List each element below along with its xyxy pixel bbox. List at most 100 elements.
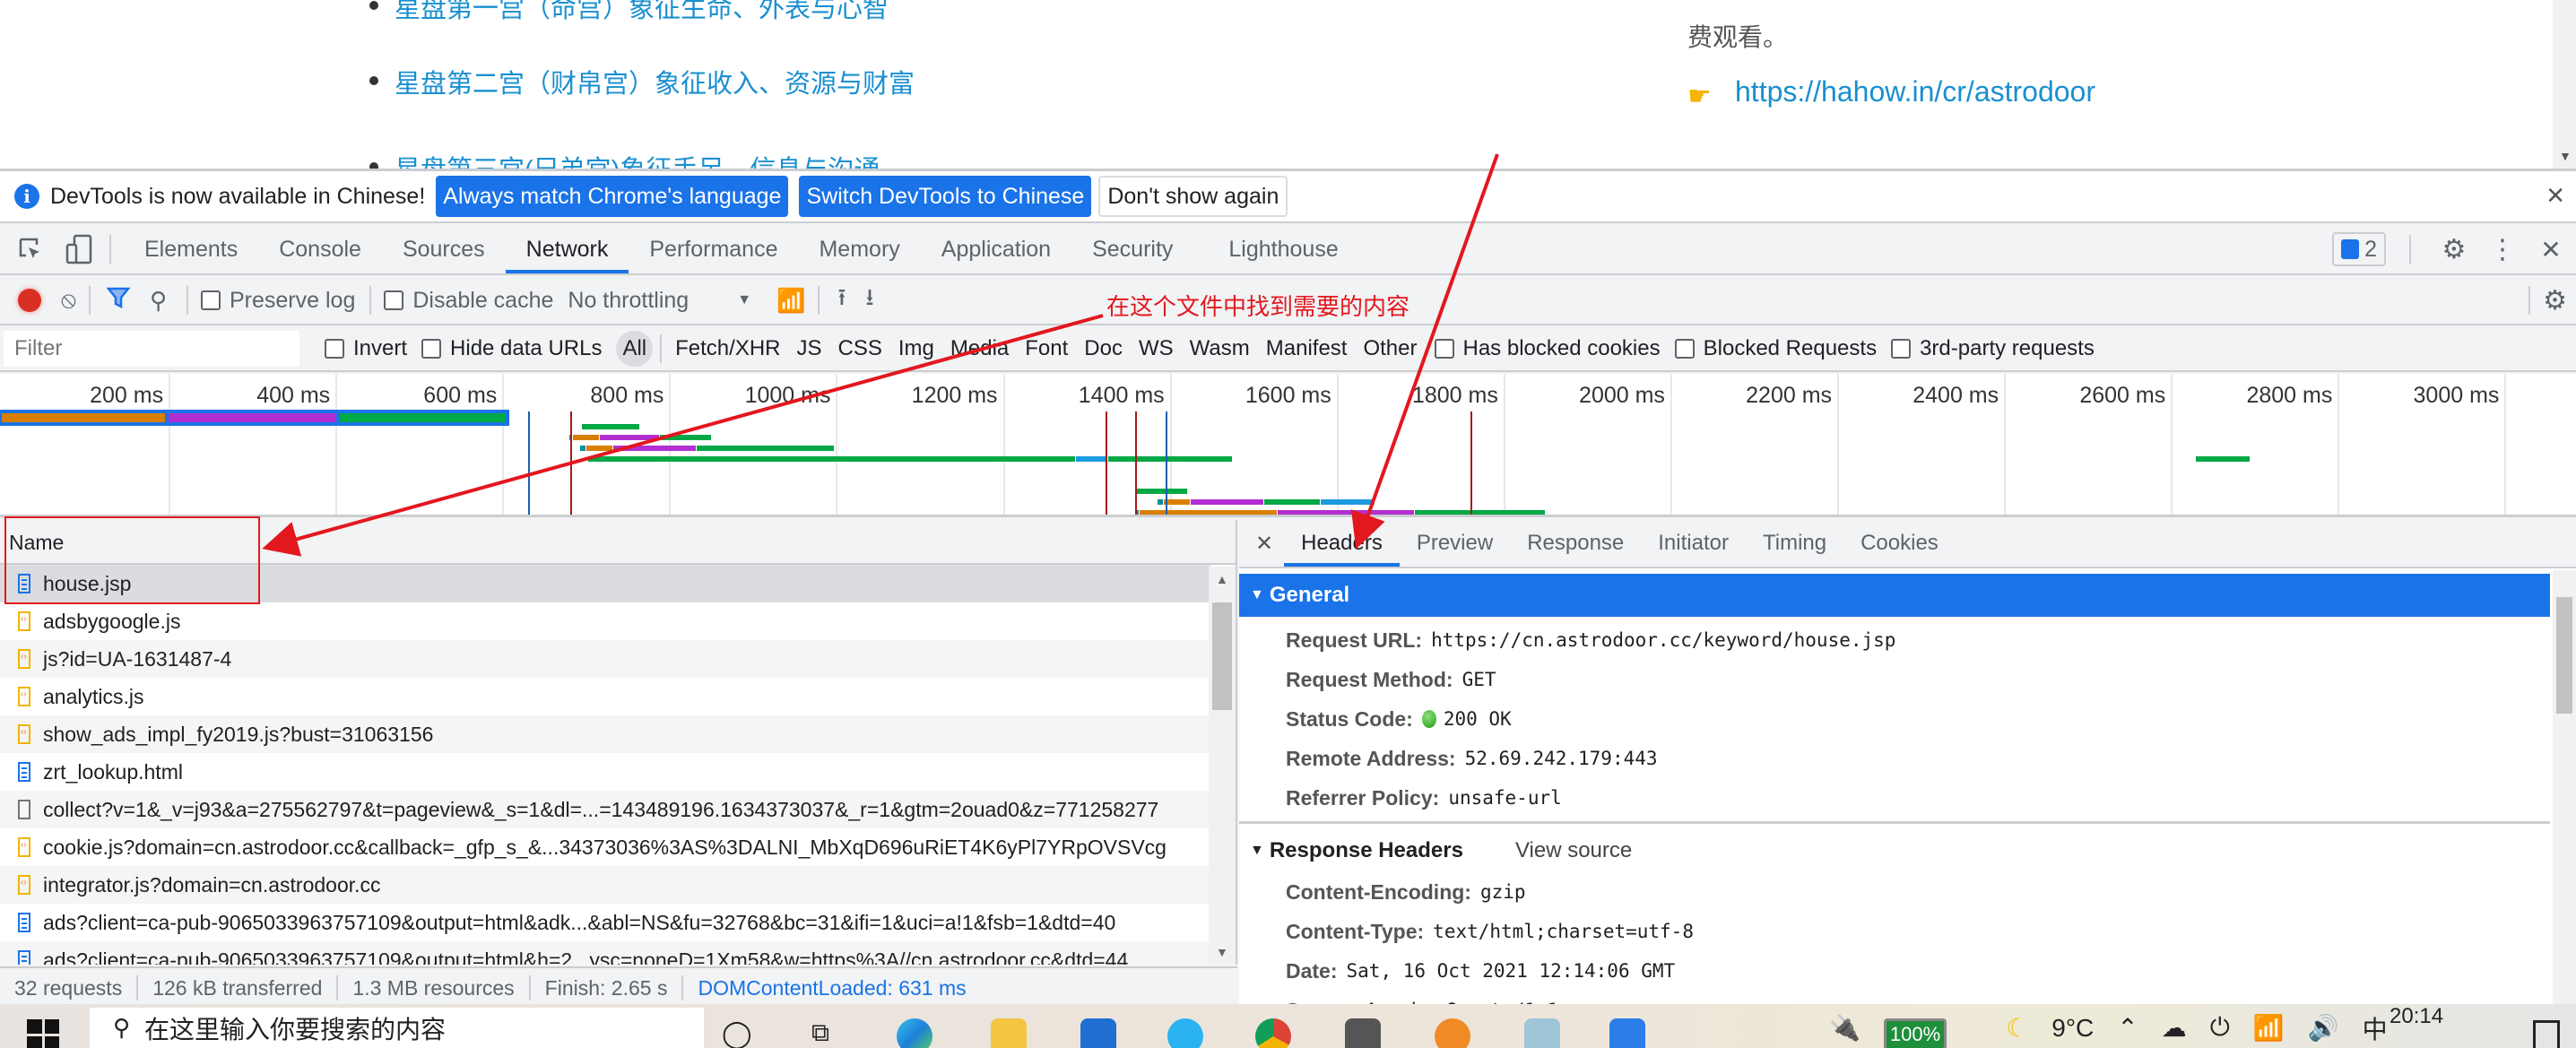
device-toolbar-icon[interactable]: [61, 231, 97, 267]
issues-badge[interactable]: 2: [2332, 232, 2386, 266]
ime-indicator[interactable]: 中: [2363, 1010, 2388, 1046]
battery-indicator[interactable]: 100%: [1883, 1018, 1947, 1048]
request-row[interactable]: ads?client=ca-pub-9065033963757109&outpu…: [0, 904, 1210, 941]
record-button[interactable]: [18, 289, 41, 312]
tab-sources[interactable]: Sources: [382, 225, 506, 273]
edge-browser-icon[interactable]: [897, 1018, 932, 1048]
close-devtools-icon[interactable]: ✕: [2533, 231, 2569, 267]
network-settings-gear-icon[interactable]: ⚙: [2543, 285, 2567, 316]
type-filter-doc[interactable]: Doc: [1078, 331, 1129, 367]
details-tab-preview[interactable]: Preview: [1400, 520, 1510, 567]
type-filter-all[interactable]: All: [616, 331, 654, 367]
cloud-icon[interactable]: ☁: [2162, 1013, 2187, 1043]
checkbox[interactable]: [1891, 339, 1912, 359]
request-row[interactable]: zrt_lookup.html: [0, 753, 1210, 791]
checkbox[interactable]: [1674, 339, 1695, 359]
tab-console[interactable]: Console: [258, 225, 382, 273]
page-scrollbar[interactable]: ▼: [2553, 0, 2576, 169]
checkbox[interactable]: [384, 290, 404, 310]
import-har-icon[interactable]: ⭱: [837, 281, 846, 320]
network-overview-timeline[interactable]: 200 ms 400 ms 600 ms 800 ms 1000 ms 1200 ms 14…: [0, 374, 2576, 517]
preserve-log-checkbox[interactable]: Preserve log: [201, 288, 355, 314]
type-filter-img[interactable]: Img: [892, 331, 941, 367]
type-filter-fetch-xhr[interactable]: Fetch/XHR: [669, 331, 786, 367]
wifi-icon[interactable]: 📶: [2253, 1013, 2285, 1043]
request-row[interactable]: integrator.js?domain=cn.astrodoor.cc: [0, 866, 1210, 904]
app-icon[interactable]: [1609, 1018, 1645, 1048]
scrollbar-thumb[interactable]: [1212, 602, 1232, 710]
app-icon[interactable]: [1435, 1018, 1470, 1048]
windows-start-icon[interactable]: [27, 1018, 59, 1048]
tab-security[interactable]: Security: [1071, 225, 1193, 273]
tab-network[interactable]: Network: [505, 225, 629, 273]
scroll-up-arrow-icon[interactable]: ▲: [1216, 572, 1228, 586]
type-filter-manifest[interactable]: Manifest: [1260, 331, 1354, 367]
type-filter-media[interactable]: Media: [944, 331, 1015, 367]
search-icon[interactable]: ⚲: [150, 287, 167, 315]
view-source-link[interactable]: View source: [1515, 838, 1632, 863]
notification-center-icon[interactable]: [2533, 1020, 2560, 1048]
request-row[interactable]: adsbygoogle.js: [0, 602, 1210, 640]
temperature[interactable]: 9°C: [2051, 1014, 2094, 1043]
checkbox[interactable]: [1434, 339, 1454, 359]
type-filter-wasm[interactable]: Wasm: [1184, 331, 1256, 367]
type-filter-font[interactable]: Font: [1019, 331, 1074, 367]
page-list-item-1[interactable]: 星盘第一宫（命宫）象征生命、外表与心智: [369, 0, 889, 25]
always-match-language-button[interactable]: Always match Chrome's language: [436, 176, 789, 217]
chrome-icon[interactable]: [1255, 1018, 1291, 1048]
tab-elements[interactable]: Elements: [124, 225, 258, 273]
page-list-item-2[interactable]: 星盘第二宫（财帛宫）象征收入、资源与财富: [369, 63, 915, 100]
clock-time[interactable]: 20:14: [2390, 1004, 2443, 1029]
request-row[interactable]: cookie.js?domain=cn.astrodoor.cc&callbac…: [0, 828, 1210, 866]
network-conditions-icon[interactable]: 📶: [776, 287, 805, 315]
details-tab-initiator[interactable]: Initiator: [1641, 520, 1746, 567]
type-filter-js[interactable]: JS: [791, 331, 828, 367]
page-list-item-3[interactable]: 星盘第三宫(兄弟宫)象征手足、信息与沟通: [369, 149, 880, 169]
general-section-header[interactable]: ▼ General: [1239, 574, 2550, 617]
settings-gear-icon[interactable]: ⚙: [2436, 231, 2472, 267]
volume-icon[interactable]: 🔊: [2308, 1013, 2339, 1043]
hahow-link[interactable]: https://hahow.in/cr/astrodoor: [1735, 75, 2095, 108]
requests-scrollbar[interactable]: ▲ ▼: [1209, 567, 1236, 965]
export-har-icon[interactable]: ⭳: [866, 281, 874, 320]
tab-performance[interactable]: Performance: [629, 225, 798, 273]
file-explorer-icon[interactable]: [991, 1018, 1027, 1048]
third-party-requests-checkbox[interactable]: 3rd-party requests: [1891, 336, 2095, 361]
close-details-icon[interactable]: ✕: [1239, 531, 1284, 557]
details-scrollbar[interactable]: [2553, 570, 2576, 1007]
taskbar-search-box[interactable]: ⚲ 在这里输入你要搜索的内容: [90, 1008, 704, 1048]
request-row[interactable]: analytics.js: [0, 678, 1210, 715]
scroll-down-arrow-icon[interactable]: ▼: [2559, 149, 2572, 163]
details-tab-cookies[interactable]: Cookies: [1843, 520, 1956, 567]
filter-funnel-icon[interactable]: [106, 286, 131, 316]
details-tab-headers[interactable]: Headers: [1284, 520, 1400, 567]
blocked-requests-checkbox[interactable]: Blocked Requests: [1674, 336, 1877, 361]
app-icon[interactable]: [1167, 1018, 1203, 1048]
request-row[interactable]: collect?v=1&_v=j93&a=275562797&t=pagevie…: [0, 791, 1210, 828]
notepad-icon[interactable]: [1524, 1018, 1560, 1048]
tab-application[interactable]: Application: [921, 225, 1071, 273]
response-headers-section-header[interactable]: ▼ Response Headers View source: [1239, 829, 2576, 872]
tab-lighthouse[interactable]: Lighthouse: [1208, 225, 1358, 273]
type-filter-css[interactable]: CSS: [832, 331, 889, 367]
checkbox[interactable]: [325, 339, 344, 359]
throttling-select[interactable]: No throttling ▼: [568, 288, 751, 314]
request-row[interactable]: js?id=UA-1631487-4: [0, 640, 1210, 678]
tab-memory[interactable]: Memory: [798, 225, 920, 273]
type-filter-ws[interactable]: WS: [1132, 331, 1180, 367]
cortana-icon[interactable]: ◯: [722, 1018, 758, 1048]
scroll-down-arrow-icon[interactable]: ▼: [1216, 945, 1228, 959]
details-tab-response[interactable]: Response: [1510, 520, 1641, 567]
checkbox[interactable]: [421, 339, 442, 359]
more-options-icon[interactable]: ⋮: [2485, 231, 2520, 267]
mail-icon[interactable]: [1080, 1018, 1116, 1048]
hide-data-urls-checkbox[interactable]: Hide data URLs: [421, 336, 602, 361]
request-row[interactable]: show_ads_impl_fy2019.js?bust=31063156: [0, 715, 1210, 753]
inspect-element-icon[interactable]: [13, 231, 48, 267]
switch-to-chinese-button[interactable]: Switch DevTools to Chinese: [799, 176, 1092, 217]
dont-show-again-button[interactable]: Don't show again: [1098, 176, 1288, 217]
show-hidden-icons-chevron-icon[interactable]: ⌃: [2117, 1013, 2138, 1043]
clear-icon[interactable]: ⦸: [61, 286, 76, 315]
request-row[interactable]: ads?client=ca-pub-9065033963757109&outpu…: [0, 941, 1210, 965]
has-blocked-cookies-checkbox[interactable]: Has blocked cookies: [1434, 336, 1661, 361]
